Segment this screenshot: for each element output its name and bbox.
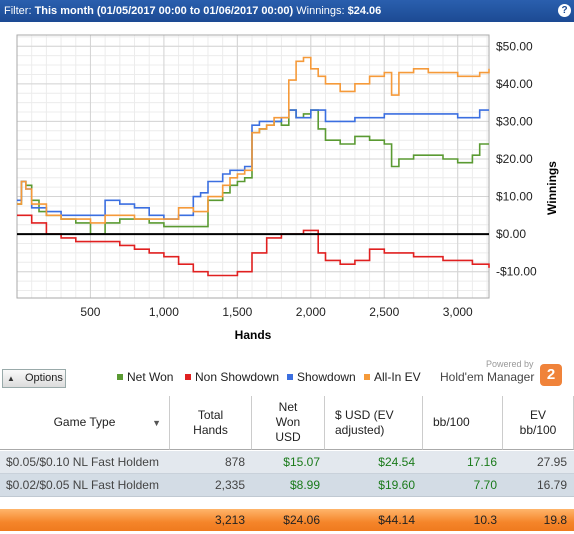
col-header-game-type[interactable]: Game Type ▼	[0, 396, 170, 450]
winnings-label: Winnings:	[296, 5, 345, 17]
cell-net-won: $15.07	[283, 455, 320, 469]
cell-usd-ev: $24.54	[378, 455, 415, 469]
legend-item-non-showdown[interactable]: Non Showdown	[185, 370, 279, 384]
legend-item-all-in-ev[interactable]: All-In EV	[364, 370, 421, 384]
col-header-label: bb/100	[433, 415, 470, 429]
cell-ev-bb100: 27.95	[536, 455, 567, 469]
legend-label: Net Won	[127, 370, 174, 384]
filter-label: Filter:	[4, 5, 32, 17]
x-tick-label: 3,000	[443, 305, 473, 319]
col-header-label: bb/100	[519, 422, 557, 437]
total-net-won: $24.06	[283, 513, 320, 527]
total-hands: 3,213	[214, 513, 245, 527]
total-usd-ev: $44.14	[378, 513, 415, 527]
x-tick-label: 500	[80, 305, 100, 319]
col-header-label: Game Type	[53, 415, 116, 429]
options-label: Options	[25, 372, 63, 384]
col-header-label: Won	[275, 415, 301, 429]
y-tick-label: $40.00	[496, 77, 533, 91]
total-bb100: 10.3	[473, 513, 497, 527]
y-tick-label: -$10.00	[496, 265, 537, 279]
legend-swatch	[117, 374, 123, 380]
filter-value: This month (01/05/2017 00:00 to 01/06/20…	[34, 5, 294, 17]
total-ev-bb100: 19.8	[543, 513, 567, 527]
y-tick-labels: $50.00 $40.00 $30.00 $20.00 $10.00 $0.00 -$10.…	[496, 39, 537, 278]
legend-swatch	[185, 374, 191, 380]
collapse-triangle-icon: ▲	[7, 374, 15, 383]
legend-label: Non Showdown	[195, 370, 280, 384]
x-tick-label: 2,000	[296, 305, 326, 319]
cell-net-won: $8.99	[289, 478, 320, 492]
y-tick-label: $20.00	[496, 152, 533, 166]
col-header-bb100[interactable]: bb/100	[423, 396, 503, 450]
x-tick-labels: 500 1,000 1,500 2,000 2,500 3,000	[80, 305, 473, 319]
col-header-label: adjusted)	[335, 422, 385, 437]
y-tick-label: $10.00	[496, 190, 533, 204]
winnings-chart: 500 1,000 1,500 2,000 2,500 3,000 $50.00 $40.0…	[16, 34, 559, 342]
table-row[interactable]: $0.02/$0.05 NL Fast Holdem 2,335 $8.99 $…	[0, 474, 574, 497]
table-row[interactable]: $0.05/$0.10 NL Fast Holdem 878 $15.07 $2…	[0, 451, 574, 474]
brand-logo-icon: 2	[540, 364, 562, 386]
filter-bar[interactable]: Filter: This month (01/05/2017 00:00 to …	[0, 0, 574, 22]
chart-grid-minor	[17, 35, 489, 298]
legend-swatch	[364, 374, 370, 380]
legend-item-showdown[interactable]: Showdown	[287, 370, 356, 384]
sort-dropdown-icon[interactable]: ▼	[152, 416, 161, 431]
col-header-label: $ USD (EV	[335, 407, 394, 422]
winnings-value: $24.06	[347, 5, 382, 17]
col-header-total-hands[interactable]: Total Hands	[170, 396, 252, 450]
cell-game-type: $0.05/$0.10 NL Fast Holdem	[6, 455, 159, 469]
y-tick-label: $50.00	[496, 39, 533, 53]
cell-total-hands: 878	[224, 455, 245, 469]
col-header-label: Hands	[193, 422, 228, 437]
help-icon[interactable]: ?	[558, 4, 571, 17]
x-axis-label: Hands	[235, 328, 272, 342]
cell-ev-bb100: 16.79	[536, 478, 567, 492]
cell-total-hands: 2,335	[214, 478, 245, 492]
cell-usd-ev: $19.60	[378, 478, 415, 492]
totals-row: 3,213 $24.06 $44.14 10.3 19.8	[0, 509, 574, 531]
legend-swatch	[287, 374, 293, 380]
cell-bb100: 7.70	[473, 478, 497, 492]
x-tick-label: 1,500	[222, 305, 252, 319]
cell-game-type: $0.02/$0.05 NL Fast Holdem	[6, 478, 159, 492]
col-header-ev-bb100[interactable]: EV bb/100	[503, 396, 574, 450]
table-spacer	[0, 497, 574, 509]
cell-bb100: 17.16	[466, 455, 497, 469]
col-header-label: EV	[529, 407, 546, 422]
col-header-label: Total	[197, 407, 224, 422]
powered-by-text: Powered by	[486, 359, 534, 369]
legend-item-net-won[interactable]: Net Won	[117, 370, 173, 384]
options-button[interactable]: ▲ Options	[2, 369, 66, 388]
y-tick-label: $30.00	[496, 114, 533, 128]
col-header-label: USD	[275, 430, 301, 444]
col-header-net-won[interactable]: Net Won USD	[252, 396, 325, 450]
x-tick-label: 1,000	[149, 305, 179, 319]
y-tick-label: $0.00	[496, 227, 526, 241]
brand-name: Hold'em Manager	[440, 370, 535, 384]
y-axis-label: Winnings	[545, 161, 559, 215]
series-layer	[17, 56, 490, 277]
col-header-usd-ev-adjusted[interactable]: $ USD (EV adjusted)	[325, 396, 423, 450]
legend-label: Showdown	[297, 370, 356, 384]
x-tick-label: 2,500	[369, 305, 399, 319]
legend-label: All-In EV	[374, 370, 421, 384]
col-header-label: Net	[278, 400, 298, 414]
series-line-showdown	[17, 109, 489, 220]
